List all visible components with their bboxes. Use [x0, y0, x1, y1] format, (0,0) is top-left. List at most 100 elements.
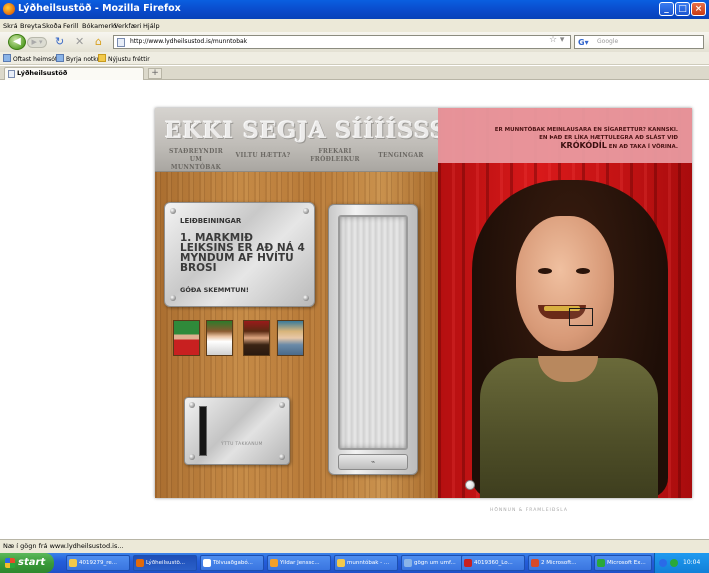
navigation-toolbar: ◀ ▶ ▾ ↻ ✕ ⌂ http://www.lydheilsustod.is/…	[0, 32, 709, 52]
screw-icon	[303, 208, 309, 214]
taskbar-item-9[interactable]: Microsoft Ex...	[594, 555, 652, 571]
url-text: http://www.lydheilsustod.is/munntobak	[130, 38, 248, 45]
character-eye-right	[576, 268, 590, 274]
menu-edit[interactable]: Breyta	[20, 22, 41, 30]
title-bar[interactable]: Lýðheilsustöð - Mozilla Firefox _ □ ×	[0, 0, 709, 19]
new-tab-button[interactable]: +	[148, 68, 162, 79]
tab-active[interactable]: Lýðheilsustöð	[4, 67, 144, 80]
minimize-button[interactable]: _	[659, 2, 674, 16]
taskbar-item-2[interactable]: Lýðheilsustö...	[133, 555, 197, 571]
menu-tools[interactable]: Verkfæri	[114, 22, 142, 30]
nav-links[interactable]: TENGINGAR	[373, 152, 429, 160]
menu-bar: Skrá Breyta Skoða Ferill Bókamerki Verkf…	[0, 19, 709, 32]
firefox-icon	[3, 3, 15, 15]
slider-caption: ÝTTU TAKKANUM	[221, 442, 263, 447]
slider-slot[interactable]	[199, 406, 207, 456]
character-thumbnail-1[interactable]	[173, 320, 200, 356]
document-icon	[404, 559, 412, 567]
taskbar-item-3[interactable]: Tölvuaðgabó...	[200, 555, 264, 571]
character-thumbnail-3[interactable]	[243, 320, 270, 356]
office-icon	[531, 559, 539, 567]
flash-app: EKKI SEGJA SÍÍÍÍSSS! STAÐREYNDIR UM MUNN…	[155, 108, 692, 498]
nav-links-label: TENGINGAR	[378, 152, 424, 159]
bookmark-icon	[56, 54, 64, 62]
taskbar-item-4[interactable]: Yildar Jenssc...	[267, 555, 331, 571]
screw-icon	[279, 454, 285, 460]
nav-quit[interactable]: VILTU HÆTTA?	[235, 152, 291, 160]
instructions-plate: LEIÐBEININGAR 1. MARKMIÐ LEIKSINS ER AÐ …	[164, 202, 315, 307]
search-input[interactable]: G▾ Google	[574, 35, 704, 49]
taskbar-item-1[interactable]: 4019279_re...	[66, 555, 130, 571]
nav-quit-label: VILTU HÆTTA?	[235, 152, 291, 159]
drag-ball[interactable]	[465, 480, 475, 490]
taskbar-item-label: munntóbak - ...	[347, 560, 390, 566]
document-icon	[203, 559, 211, 567]
nav-more-line2: FRÓÐLEIKUR	[310, 156, 360, 163]
bookmark-most-visited[interactable]: Oftast heimsótt	[3, 54, 60, 63]
nav-facts-line2: UM MUNNTÓBAK	[170, 156, 222, 171]
photo-frame: ⌁	[328, 204, 418, 475]
instructions-footer: GÓÐA SKEMMTUN!	[180, 286, 249, 294]
bookmark-label: Nýjustu fréttir	[108, 56, 150, 63]
bookmark-getting-started[interactable]: Byrja notkun	[56, 54, 104, 63]
character-thumbnail-4[interactable]	[277, 320, 304, 356]
taskbar-item-6[interactable]: gögn um umf...	[401, 555, 465, 571]
wood-panel: EKKI SEGJA SÍÍÍÍSSS! STAÐREYNDIR UM MUNN…	[155, 108, 457, 498]
menu-help[interactable]: Hjálp	[143, 22, 160, 30]
tagline: ER MUNNTÓBAK MEINLAUSARA EN SÍGARETTUR? …	[458, 127, 678, 152]
camera-crosshair[interactable]	[569, 308, 593, 326]
screw-icon	[303, 295, 309, 301]
antivirus-icon[interactable]	[670, 559, 678, 567]
menu-view[interactable]: Skoða	[42, 22, 62, 30]
pdf-icon	[464, 559, 472, 567]
stop-icon[interactable]: ✕	[75, 36, 84, 48]
page-icon	[8, 70, 15, 78]
app-logo: EKKI SEGJA SÍÍÍÍSSS!	[165, 118, 458, 144]
firefox-window: Lýðheilsustöð - Mozilla Firefox _ □ × Sk…	[0, 0, 709, 573]
bookmark-star-icon[interactable]: ☆ ▾	[549, 35, 564, 45]
bookmark-latest-news[interactable]: Nýjustu fréttir	[98, 54, 150, 63]
taskbar-item-5[interactable]: munntóbak - ...	[334, 555, 398, 571]
screw-icon	[189, 454, 195, 460]
status-bar: Næ í gögn frá www.lydheilsustod.is...	[0, 539, 709, 553]
forward-button[interactable]: ▶ ▾	[27, 37, 47, 48]
bookmarks-toolbar: Oftast heimsótt Byrja notkun Nýjustu fré…	[0, 52, 709, 65]
taskbar-item-label: Lýðheilsustö...	[146, 560, 185, 566]
windows-logo-icon	[5, 558, 15, 568]
nav-facts[interactable]: STAÐREYNDIR UM MUNNTÓBAK	[165, 148, 227, 172]
start-label: start	[18, 557, 46, 568]
start-button[interactable]: start	[0, 553, 54, 573]
system-tray: 10:04	[654, 553, 709, 573]
taskbar-item-7[interactable]: 4019360_Lo...	[461, 555, 525, 571]
tagline-line3: KRÓKÓDÍL EN AÐ TAKA Í VÖRINA.	[458, 142, 678, 152]
menu-bookmarks[interactable]: Bókamerki	[82, 22, 117, 30]
tab-title: Lýðheilsustöð	[17, 69, 68, 77]
character-thumbnail-2[interactable]	[206, 320, 233, 356]
window-title: Lýðheilsustöð - Mozilla Firefox	[18, 3, 181, 14]
nav-more-info[interactable]: FREKARI FRÓÐLEIKUR	[307, 148, 363, 164]
screw-icon	[189, 402, 195, 408]
taskbar-item-label: 4019360_Lo...	[474, 560, 513, 566]
reload-icon[interactable]: ↻	[55, 36, 64, 48]
excel-icon	[597, 559, 605, 567]
close-button[interactable]: ×	[691, 2, 706, 16]
instructions-body: 1. MARKMIÐ LEIKSINS ER AÐ NÁ 4 MYNDUM AF…	[180, 232, 305, 274]
nav-more-line1: FREKARI	[318, 148, 352, 155]
clock: 10:04	[683, 559, 701, 566]
shutter-button[interactable]: ⌁	[338, 454, 408, 470]
network-icon[interactable]	[659, 559, 667, 567]
back-button[interactable]: ◀	[8, 34, 26, 50]
taskbar-item-label: 4019279_re...	[79, 560, 118, 566]
url-bar[interactable]: http://www.lydheilsustod.is/munntobak	[113, 35, 571, 49]
firefox-icon	[136, 559, 144, 567]
maximize-button[interactable]: □	[675, 2, 690, 16]
google-icon[interactable]: G▾	[578, 37, 589, 49]
photo-slot	[338, 215, 408, 450]
menu-history[interactable]: Ferill	[63, 22, 78, 30]
menu-file[interactable]: Skrá	[3, 22, 18, 30]
status-text: Næ í gögn frá www.lydheilsustod.is...	[3, 542, 124, 550]
home-icon[interactable]: ⌂	[95, 36, 102, 48]
taskbar-item-8[interactable]: 2 Microsoft...	[528, 555, 592, 571]
taskbar-item-label: Tölvuaðgabó...	[213, 560, 253, 566]
screw-icon	[170, 295, 176, 301]
